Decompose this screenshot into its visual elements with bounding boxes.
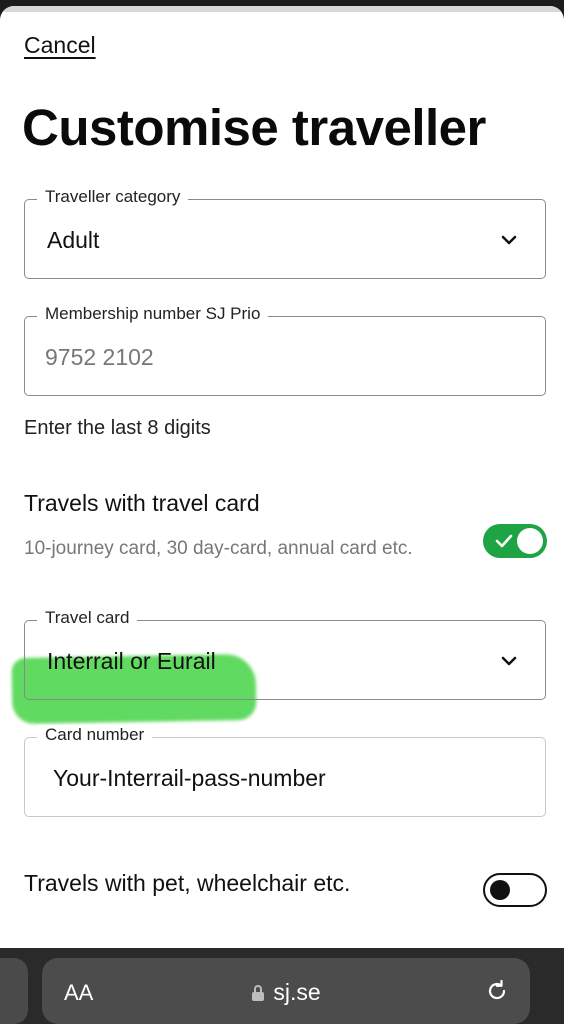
address-domain: sj.se <box>42 979 530 1006</box>
browser-toolbar: AA sj.se <box>0 948 564 1024</box>
address-bar[interactable]: AA sj.se <box>42 958 530 1024</box>
reload-icon[interactable] <box>484 978 510 1004</box>
customise-traveller-sheet: Cancel Customise traveller Traveller cat… <box>0 6 564 948</box>
card-number-value: Your-Interrail-pass-number <box>53 765 326 791</box>
travel-card-toggle-description: 10-journey card, 30 day-card, annual car… <box>24 538 413 559</box>
check-icon <box>495 534 513 548</box>
assistance-toggle-label: Travels with pet, wheelchair etc. <box>24 870 351 896</box>
assistance-toggle[interactable] <box>483 873 547 907</box>
traveller-category-value: Adult <box>47 227 100 253</box>
page-title: Customise traveller <box>22 99 486 156</box>
lock-icon <box>252 985 265 1001</box>
chevron-down-icon <box>501 656 517 666</box>
toggle-knob <box>490 880 510 900</box>
membership-number-input[interactable]: Membership number SJ Prio 9752 2102 <box>24 304 546 396</box>
traveller-category-select[interactable]: Traveller category Adult <box>24 187 546 279</box>
travel-card-select[interactable]: Travel card Interrail or Eurail <box>24 608 546 700</box>
chevron-down-icon <box>501 235 517 245</box>
travel-card-value: Interrail or Eurail <box>47 648 216 674</box>
membership-number-value: 9752 2102 <box>45 344 154 370</box>
membership-number-label: Membership number SJ Prio <box>37 304 269 324</box>
card-number-input[interactable]: Card number Your-Interrail-pass-number <box>24 725 546 817</box>
top-edge <box>0 6 564 12</box>
travel-card-toggle[interactable] <box>483 524 547 558</box>
card-number-label: Card number <box>37 725 153 745</box>
travel-card-toggle-label: Travels with travel card <box>24 490 260 516</box>
toggle-knob <box>517 528 543 554</box>
previous-tab-pill[interactable] <box>0 958 28 1024</box>
domain-text: sj.se <box>273 979 321 1005</box>
membership-helper-text: Enter the last 8 digits <box>24 417 211 439</box>
travel-card-label: Travel card <box>37 608 138 628</box>
traveller-category-label: Traveller category <box>37 187 189 207</box>
cancel-link[interactable]: Cancel <box>24 32 96 59</box>
